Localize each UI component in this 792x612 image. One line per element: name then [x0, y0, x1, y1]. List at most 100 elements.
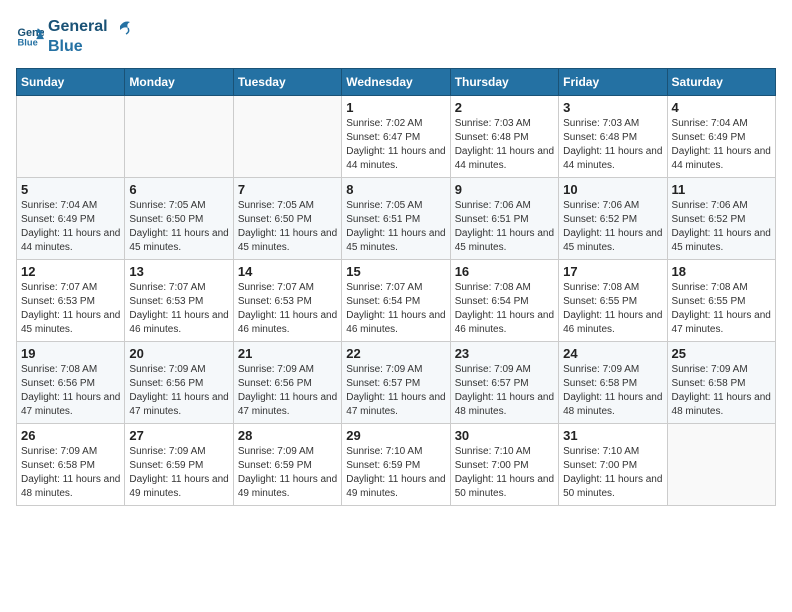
day-number: 27	[129, 428, 228, 443]
day-number: 25	[672, 346, 771, 361]
day-number: 4	[672, 100, 771, 115]
day-info: Sunrise: 7:04 AM Sunset: 6:49 PM Dayligh…	[21, 199, 120, 255]
day-info: Sunrise: 7:09 AM Sunset: 6:58 PM Dayligh…	[563, 363, 662, 419]
logo-bird-icon	[110, 16, 132, 38]
day-cell: 2Sunrise: 7:03 AM Sunset: 6:48 PM Daylig…	[450, 96, 558, 178]
day-info: Sunrise: 7:10 AM Sunset: 7:00 PM Dayligh…	[563, 445, 662, 501]
day-cell: 18 Sunrise: 7:08 AM Sunset: 6:55 PM Dayli…	[667, 260, 775, 342]
day-cell: 3 Sunrise: 7:03 AM Sunset: 6:48 PM Daylig…	[559, 96, 667, 178]
week-row-4: 19Sunrise: 7:08 AM Sunset: 6:56 PM Dayli…	[17, 342, 776, 424]
day-number: 28	[238, 428, 337, 443]
week-row-2: 5 Sunrise: 7:04 AM Sunset: 6:49 PM Daylig…	[17, 178, 776, 260]
calendar-table: SundayMondayTuesdayWednesdayThursdayFrid…	[16, 68, 776, 506]
day-cell: 15Sunrise: 7:07 AM Sunset: 6:54 PM Dayli…	[342, 260, 450, 342]
day-cell	[17, 96, 125, 178]
day-cell	[667, 424, 775, 506]
day-info: Sunrise: 7:05 AM Sunset: 6:51 PM Dayligh…	[346, 199, 445, 255]
day-info: Sunrise: 7:07 AM Sunset: 6:54 PM Dayligh…	[346, 281, 445, 337]
day-number: 14	[238, 264, 337, 279]
day-info: Sunrise: 7:09 AM Sunset: 6:59 PM Dayligh…	[238, 445, 337, 501]
day-number: 30	[455, 428, 554, 443]
day-info: Sunrise: 7:09 AM Sunset: 6:59 PM Dayligh…	[129, 445, 228, 501]
day-cell: 29 Sunrise: 7:10 AM Sunset: 6:59 PM Dayli…	[342, 424, 450, 506]
week-row-3: 12Sunrise: 7:07 AM Sunset: 6:53 PM Dayli…	[17, 260, 776, 342]
day-cell: 9 Sunrise: 7:06 AM Sunset: 6:51 PM Daylig…	[450, 178, 558, 260]
day-number: 1	[346, 100, 445, 115]
day-number: 22	[346, 346, 445, 361]
week-row-1: 1 Sunrise: 7:02 AM Sunset: 6:47 PM Daylig…	[17, 96, 776, 178]
day-info: Sunrise: 7:03 AM Sunset: 6:48 PM Dayligh…	[455, 117, 554, 173]
day-info: Sunrise: 7:07 AM Sunset: 6:53 PM Dayligh…	[21, 281, 120, 337]
day-number: 29	[346, 428, 445, 443]
day-number: 5	[21, 182, 120, 197]
day-header-sunday: Sunday	[17, 69, 125, 96]
day-cell: 1 Sunrise: 7:02 AM Sunset: 6:47 PM Daylig…	[342, 96, 450, 178]
day-cell: 25 Sunrise: 7:09 AM Sunset: 6:58 PM Dayli…	[667, 342, 775, 424]
day-header-friday: Friday	[559, 69, 667, 96]
day-number: 10	[563, 182, 662, 197]
day-number: 9	[455, 182, 554, 197]
logo-icon: General Blue	[16, 22, 44, 50]
day-cell: 24 Sunrise: 7:09 AM Sunset: 6:58 PM Dayli…	[559, 342, 667, 424]
day-info: Sunrise: 7:10 AM Sunset: 6:59 PM Dayligh…	[346, 445, 445, 501]
day-cell: 26 Sunrise: 7:09 AM Sunset: 6:58 PM Dayli…	[17, 424, 125, 506]
day-info: Sunrise: 7:08 AM Sunset: 6:55 PM Dayligh…	[672, 281, 771, 337]
day-cell: 19Sunrise: 7:08 AM Sunset: 6:56 PM Dayli…	[17, 342, 125, 424]
day-cell: 21 Sunrise: 7:09 AM Sunset: 6:56 PM Dayli…	[233, 342, 341, 424]
day-cell: 13 Sunrise: 7:07 AM Sunset: 6:53 PM Dayli…	[125, 260, 233, 342]
day-header-thursday: Thursday	[450, 69, 558, 96]
day-cell: 6Sunrise: 7:05 AM Sunset: 6:50 PM Daylig…	[125, 178, 233, 260]
day-cell	[233, 96, 341, 178]
day-number: 11	[672, 182, 771, 197]
logo-blue: Blue	[48, 38, 132, 56]
day-info: Sunrise: 7:03 AM Sunset: 6:48 PM Dayligh…	[563, 117, 662, 173]
day-info: Sunrise: 7:07 AM Sunset: 6:53 PM Dayligh…	[129, 281, 228, 337]
svg-text:Blue: Blue	[18, 37, 38, 47]
day-cell	[125, 96, 233, 178]
day-number: 7	[238, 182, 337, 197]
day-info: Sunrise: 7:09 AM Sunset: 6:57 PM Dayligh…	[455, 363, 554, 419]
day-info: Sunrise: 7:06 AM Sunset: 6:51 PM Dayligh…	[455, 199, 554, 255]
day-cell: 7 Sunrise: 7:05 AM Sunset: 6:50 PM Daylig…	[233, 178, 341, 260]
day-header-wednesday: Wednesday	[342, 69, 450, 96]
day-cell: 8 Sunrise: 7:05 AM Sunset: 6:51 PM Daylig…	[342, 178, 450, 260]
day-info: Sunrise: 7:02 AM Sunset: 6:47 PM Dayligh…	[346, 117, 445, 173]
day-info: Sunrise: 7:05 AM Sunset: 6:50 PM Dayligh…	[238, 199, 337, 255]
day-info: Sunrise: 7:07 AM Sunset: 6:53 PM Dayligh…	[238, 281, 337, 337]
day-cell: 12Sunrise: 7:07 AM Sunset: 6:53 PM Dayli…	[17, 260, 125, 342]
day-info: Sunrise: 7:09 AM Sunset: 6:58 PM Dayligh…	[672, 363, 771, 419]
day-cell: 16 Sunrise: 7:08 AM Sunset: 6:54 PM Dayli…	[450, 260, 558, 342]
day-number: 21	[238, 346, 337, 361]
logo: General Blue General Blue	[16, 16, 132, 56]
day-header-saturday: Saturday	[667, 69, 775, 96]
logo-general: General	[48, 18, 108, 36]
day-number: 13	[129, 264, 228, 279]
day-info: Sunrise: 7:05 AM Sunset: 6:50 PM Dayligh…	[129, 199, 228, 255]
day-number: 8	[346, 182, 445, 197]
day-info: Sunrise: 7:06 AM Sunset: 6:52 PM Dayligh…	[672, 199, 771, 255]
day-header-tuesday: Tuesday	[233, 69, 341, 96]
day-cell: 20Sunrise: 7:09 AM Sunset: 6:56 PM Dayli…	[125, 342, 233, 424]
day-header-monday: Monday	[125, 69, 233, 96]
day-cell: 23 Sunrise: 7:09 AM Sunset: 6:57 PM Dayli…	[450, 342, 558, 424]
day-cell: 30Sunrise: 7:10 AM Sunset: 7:00 PM Dayli…	[450, 424, 558, 506]
day-number: 3	[563, 100, 662, 115]
day-cell: 4 Sunrise: 7:04 AM Sunset: 6:49 PM Daylig…	[667, 96, 775, 178]
day-info: Sunrise: 7:04 AM Sunset: 6:49 PM Dayligh…	[672, 117, 771, 173]
day-number: 24	[563, 346, 662, 361]
day-number: 17	[563, 264, 662, 279]
day-info: Sunrise: 7:09 AM Sunset: 6:57 PM Dayligh…	[346, 363, 445, 419]
day-cell: 27 Sunrise: 7:09 AM Sunset: 6:59 PM Dayli…	[125, 424, 233, 506]
day-cell: 5 Sunrise: 7:04 AM Sunset: 6:49 PM Daylig…	[17, 178, 125, 260]
day-number: 26	[21, 428, 120, 443]
day-cell: 31Sunrise: 7:10 AM Sunset: 7:00 PM Dayli…	[559, 424, 667, 506]
day-info: Sunrise: 7:09 AM Sunset: 6:58 PM Dayligh…	[21, 445, 120, 501]
day-info: Sunrise: 7:06 AM Sunset: 6:52 PM Dayligh…	[563, 199, 662, 255]
day-info: Sunrise: 7:08 AM Sunset: 6:54 PM Dayligh…	[455, 281, 554, 337]
day-cell: 14 Sunrise: 7:07 AM Sunset: 6:53 PM Dayli…	[233, 260, 341, 342]
day-cell: 22 Sunrise: 7:09 AM Sunset: 6:57 PM Dayli…	[342, 342, 450, 424]
day-number: 18	[672, 264, 771, 279]
day-info: Sunrise: 7:09 AM Sunset: 6:56 PM Dayligh…	[238, 363, 337, 419]
day-number: 23	[455, 346, 554, 361]
day-number: 16	[455, 264, 554, 279]
